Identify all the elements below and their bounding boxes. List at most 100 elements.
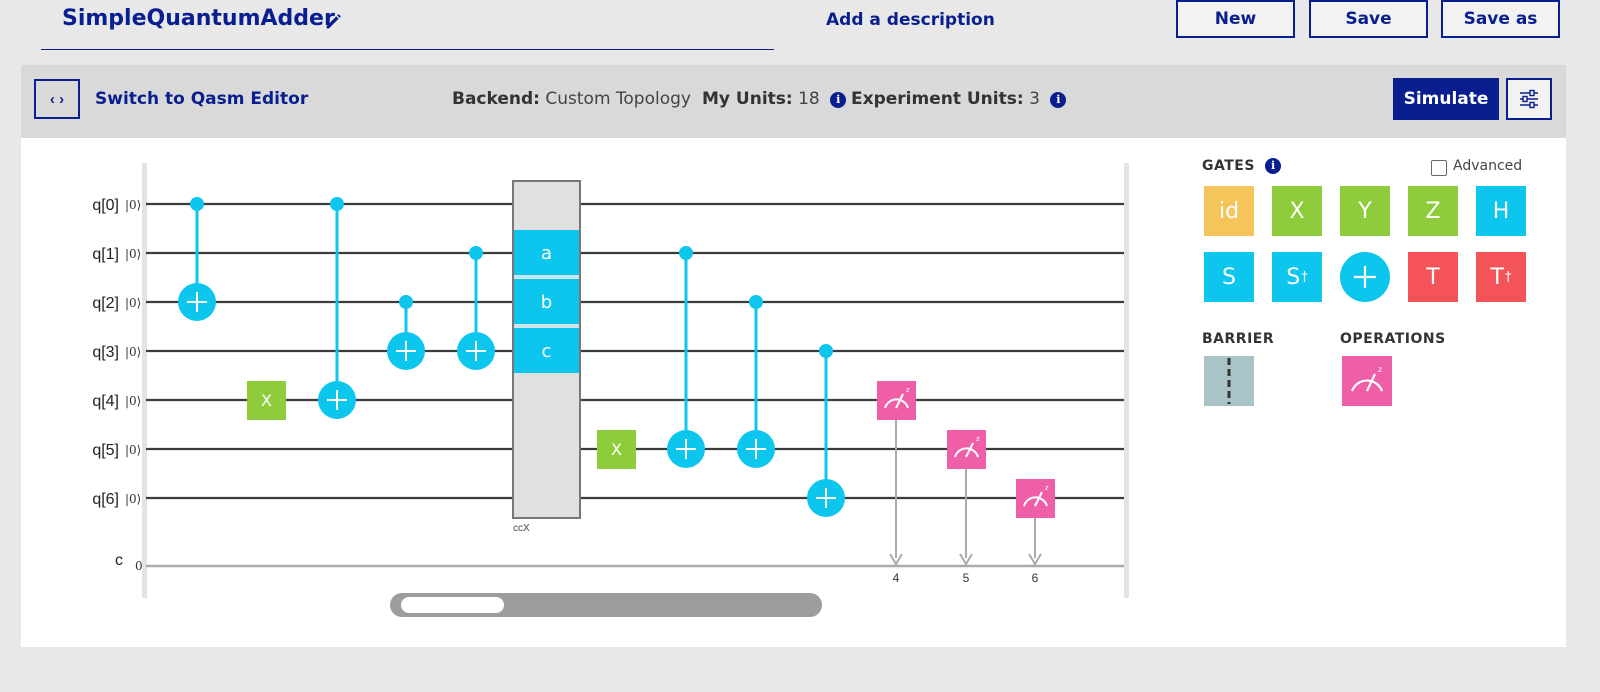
new-button[interactable]: New xyxy=(1176,0,1295,38)
backend-value: Custom Topology xyxy=(545,89,691,109)
qubit-wires xyxy=(146,202,1124,568)
scrollbar-thumb[interactable] xyxy=(401,597,504,613)
qubit-label: q[0] xyxy=(92,197,119,214)
gate-y[interactable]: Y xyxy=(1340,186,1390,236)
save-as-button[interactable]: Save as xyxy=(1441,0,1560,38)
dagger-symbol: † xyxy=(1504,269,1512,285)
cnot-gate[interactable] xyxy=(667,246,705,468)
init-state: |0⟩ xyxy=(125,443,141,457)
my-units-label: My Units: xyxy=(702,89,793,109)
qubit-label: q[2] xyxy=(92,295,119,312)
operations-title: OPERATIONS xyxy=(1340,331,1446,347)
toolbar: ‹ › Switch to Qasm Editor Backend: Custo… xyxy=(21,65,1566,138)
ccx-slot-label: c xyxy=(542,341,552,362)
simulate-button[interactable]: Simulate xyxy=(1393,78,1499,120)
info-icon[interactable]: i xyxy=(1050,92,1067,108)
x-gate[interactable]: X xyxy=(247,381,286,420)
composer-area: q[0] q[1] q[2] q[3] q[4] q[5] q[6] c |0⟩… xyxy=(21,138,1566,647)
advanced-checkbox[interactable] xyxy=(1431,160,1447,176)
cnot-gate[interactable] xyxy=(807,344,845,517)
x-gate-label: X xyxy=(611,440,622,459)
experiment-units-label: Experiment Units: xyxy=(851,89,1024,109)
init-state: |0⟩ xyxy=(125,394,141,408)
barrier-title: BARRIER xyxy=(1202,331,1275,347)
qubit-label: q[1] xyxy=(92,246,119,263)
init-state: |0⟩ xyxy=(125,296,141,310)
ccx-slot-label: a xyxy=(541,243,552,264)
measure-target: 5 xyxy=(963,571,970,585)
horizontal-scrollbar[interactable] xyxy=(390,593,822,617)
gate-z[interactable]: Z xyxy=(1408,186,1458,236)
experiment-units-info: Experiment Units: 3 i xyxy=(851,89,1067,109)
qubit-label: q[5] xyxy=(92,442,119,459)
gate-cnot[interactable] xyxy=(1340,252,1390,302)
advanced-label: Advanced xyxy=(1453,158,1523,174)
gates-title-text: GATES xyxy=(1202,158,1255,174)
gate-h[interactable]: H xyxy=(1476,186,1526,236)
pencil-icon[interactable] xyxy=(323,10,345,32)
qubit-label: q[6] xyxy=(92,491,119,508)
settings-button[interactable] xyxy=(1506,78,1552,120)
dagger-symbol: † xyxy=(1301,269,1308,285)
svg-text:z: z xyxy=(906,386,910,394)
my-units-info: My Units: 18 i xyxy=(702,89,847,109)
cnot-gate[interactable] xyxy=(318,197,356,419)
qubit-label: q[3] xyxy=(92,344,119,361)
measure-gate[interactable]: z 5 xyxy=(947,430,986,585)
measure-gate[interactable]: z 6 xyxy=(1016,479,1055,585)
gate-x[interactable]: X xyxy=(1272,186,1322,236)
cnot-icon xyxy=(1340,252,1390,302)
experiment-units-value: 3 xyxy=(1029,89,1040,109)
gate-tdg[interactable]: T † xyxy=(1476,252,1526,302)
init-state: |0⟩ xyxy=(125,198,141,212)
measure-operation[interactable]: z xyxy=(1342,356,1392,406)
svg-text:z: z xyxy=(976,435,980,443)
gate-sdg-label: S xyxy=(1286,264,1301,290)
switch-to-qasm-link[interactable]: Switch to Qasm Editor xyxy=(95,89,308,109)
header: SimpleQuantumAdder Add a description New… xyxy=(0,0,1600,62)
right-rail xyxy=(1124,163,1129,598)
ccx-slot-label: b xyxy=(541,292,552,313)
qubit-label: q[4] xyxy=(92,393,119,410)
save-button[interactable]: Save xyxy=(1309,0,1428,38)
classical-label: c xyxy=(115,552,123,569)
measure-target: 6 xyxy=(1032,571,1039,585)
measure-icon: z xyxy=(1350,365,1384,392)
init-state: |0⟩ xyxy=(125,492,141,506)
backend-info: Backend: Custom Topology xyxy=(452,89,691,109)
gate-sdg[interactable]: S † xyxy=(1272,252,1322,302)
cnot-gate[interactable] xyxy=(387,295,425,370)
info-icon[interactable]: i xyxy=(1265,158,1282,174)
init-state: |0⟩ xyxy=(125,345,141,359)
x-gate-label: X xyxy=(261,391,272,410)
gate-tdg-label: T xyxy=(1490,264,1504,290)
svg-text:z: z xyxy=(1045,484,1049,492)
barrier-icon xyxy=(1227,358,1231,404)
x-gate[interactable]: X xyxy=(597,430,636,469)
cnot-gate[interactable] xyxy=(737,295,775,468)
gate-s[interactable]: S xyxy=(1204,252,1254,302)
svg-text:z: z xyxy=(1378,365,1382,374)
backend-label: Backend: xyxy=(452,89,540,109)
measure-target: 4 xyxy=(893,571,900,585)
init-state: |0⟩ xyxy=(125,247,141,261)
ccx-name: ccX xyxy=(513,523,530,534)
measure-gate[interactable]: z 4 xyxy=(877,381,916,585)
my-units-value: 18 xyxy=(798,89,820,109)
info-icon[interactable]: i xyxy=(830,92,847,108)
barrier-gate[interactable] xyxy=(1204,356,1254,406)
gate-t[interactable]: T xyxy=(1408,252,1458,302)
ccx-gate[interactable]: a b c ccX xyxy=(512,180,581,534)
sliders-icon xyxy=(1520,89,1538,109)
circuit-title[interactable]: SimpleQuantumAdder xyxy=(62,6,335,31)
cnot-gate[interactable] xyxy=(178,197,216,321)
title-underline xyxy=(41,49,774,50)
code-toggle-button[interactable]: ‹ › xyxy=(34,79,80,119)
gate-id[interactable]: id xyxy=(1204,186,1254,236)
left-rail xyxy=(142,163,147,598)
classical-init: 0 xyxy=(135,559,143,573)
gates-title: GATES i xyxy=(1202,158,1282,174)
cnot-gate[interactable] xyxy=(457,246,495,370)
circuit-canvas[interactable]: q[0] q[1] q[2] q[3] q[4] q[5] q[6] c |0⟩… xyxy=(21,138,1566,647)
add-description-link[interactable]: Add a description xyxy=(826,10,995,30)
